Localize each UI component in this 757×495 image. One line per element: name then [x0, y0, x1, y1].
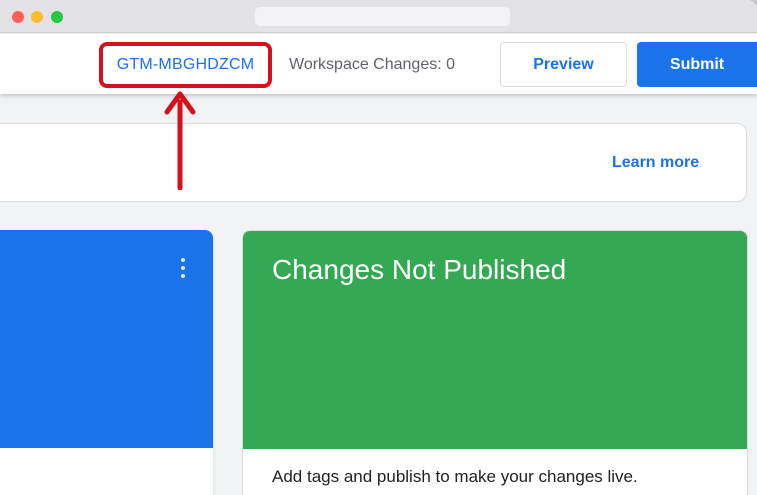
changes-status-title: Changes Not Published — [272, 254, 567, 285]
changes-status-description: Add tags and publish to make your change… — [272, 467, 638, 486]
close-window-icon[interactable] — [12, 11, 24, 23]
container-id-link[interactable]: GTM-MBGHDZCM — [99, 42, 272, 88]
annotation-arrow-up-icon — [164, 91, 196, 190]
minimize-window-icon[interactable] — [31, 11, 43, 23]
workspace-changes-count: Workspace Changes: 0 — [289, 56, 456, 73]
maximize-window-icon[interactable] — [51, 11, 63, 23]
submit-button[interactable]: Submit — [637, 42, 757, 87]
preview-button[interactable]: Preview — [500, 42, 627, 87]
workspace-header: GTM-MBGHDZCM Workspace Changes: 0 Previe… — [0, 34, 757, 94]
address-bar[interactable] — [255, 7, 510, 26]
more-options-icon[interactable] — [178, 257, 188, 279]
learn-more-link[interactable]: Learn more — [612, 154, 699, 172]
browser-window: GTM-MBGHDZCM Workspace Changes: 0 Previe… — [0, 0, 757, 495]
title-bar — [0, 0, 757, 33]
